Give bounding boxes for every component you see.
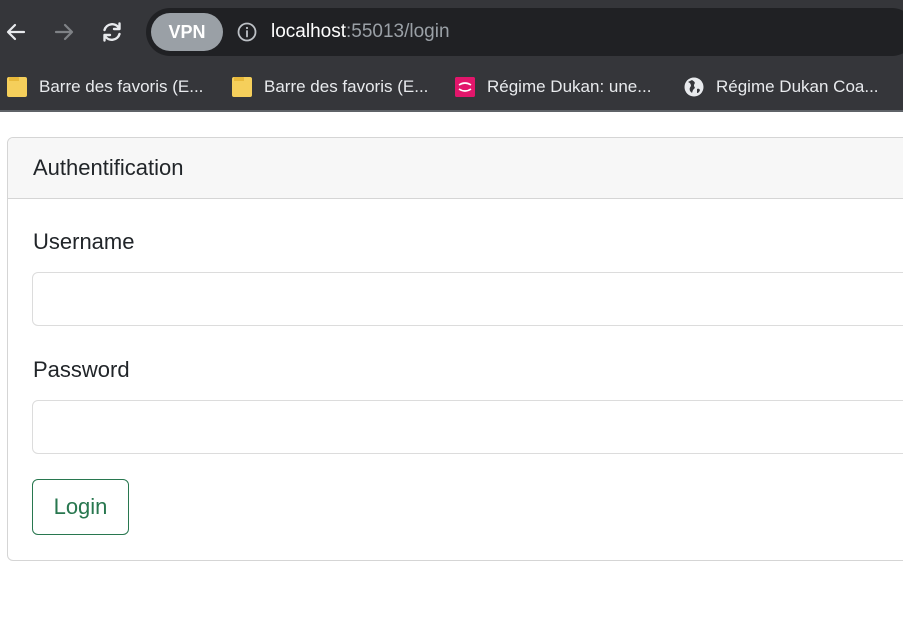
reload-button[interactable] [96, 16, 128, 48]
globe-icon [684, 77, 704, 97]
bookmark-label: Régime Dukan Coa... [716, 77, 879, 96]
address-bar[interactable]: VPN localhost:55013/login [146, 8, 903, 56]
info-icon[interactable] [237, 22, 257, 42]
bookmark-label: Barre des favoris (E... [264, 77, 429, 96]
card-header: Authentification [8, 138, 903, 199]
vpn-label: VPN [168, 21, 206, 42]
card-title: Authentification [33, 155, 184, 180]
bookmark-regime-dukan[interactable]: Régime Dukan: une... [455, 72, 651, 102]
bookmark-regime-dukan-coach[interactable]: Régime Dukan Coa... [684, 72, 879, 102]
password-label: Password [33, 357, 130, 382]
login-card: Authentification Username Password Login [7, 137, 903, 561]
username-input[interactable] [32, 272, 903, 326]
arrow-left-icon [6, 23, 26, 41]
login-button[interactable]: Login [32, 479, 129, 535]
bookmark-label: Barre des favoris (E... [39, 77, 204, 96]
arrow-right-icon [54, 23, 74, 41]
browser-toolbar: VPN localhost:55013/login [0, 0, 903, 64]
url-text[interactable]: localhost:55013/login [271, 20, 450, 44]
folder-icon [7, 77, 27, 97]
password-input[interactable] [32, 400, 903, 454]
bookmark-folder-1[interactable]: Barre des favoris (E... [7, 72, 203, 102]
url-path: :55013/login [346, 21, 450, 42]
back-button[interactable] [0, 16, 32, 48]
reload-icon [103, 22, 121, 42]
forward-button[interactable] [48, 16, 80, 48]
url-host: localhost [271, 21, 346, 42]
bookmark-label: Régime Dukan: une... [487, 77, 652, 96]
top-sante-icon [455, 77, 475, 97]
bookmark-folder-2[interactable]: Barre des favoris (E... [232, 72, 428, 102]
vpn-button[interactable]: VPN [151, 13, 223, 51]
username-label: Username [33, 229, 135, 254]
folder-icon [232, 77, 252, 97]
bookmarks-bar: Barre des favoris (E... Barre des favori… [0, 64, 903, 112]
